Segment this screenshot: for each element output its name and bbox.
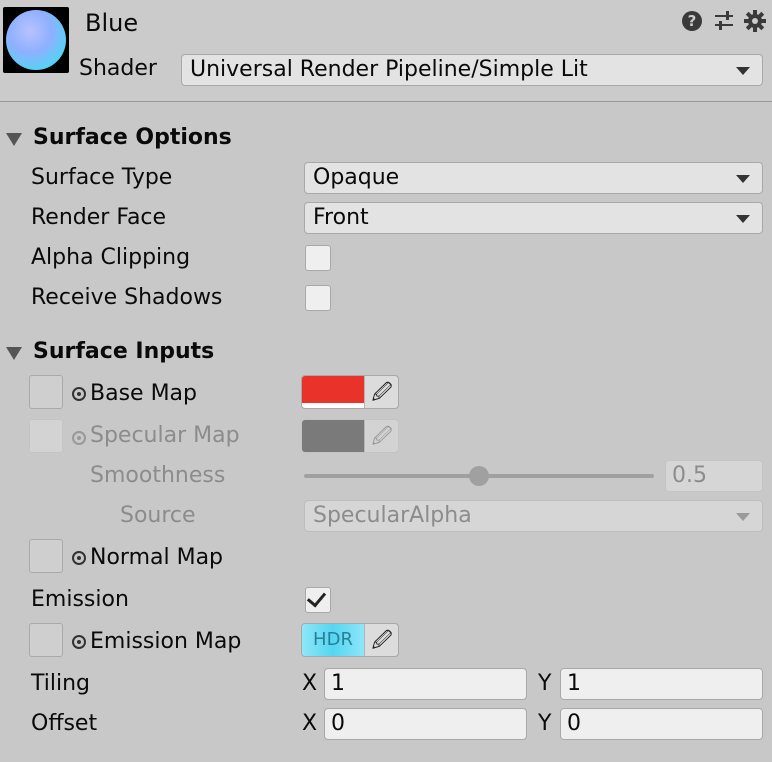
tiling-x-label: X [302,671,318,696]
material-preview [3,7,69,73]
chevron-down-icon [736,175,750,183]
offset-x-field[interactable]: 0 [324,708,527,740]
offset-x-label: X [302,711,318,736]
render-face-dropdown[interactable]: Front [304,202,763,234]
specular-map-texture-slot[interactable] [29,419,63,453]
offset-label: Offset [31,711,98,736]
emission-color-field[interactable]: HDR 🖉 [301,623,399,657]
material-header: Blue Shader Universal Render Pipeline/Si… [0,0,772,102]
settings-gear-icon[interactable] [742,10,768,36]
eyedropper-icon[interactable]: 🖉 [364,420,398,452]
checkmark-icon [306,587,327,608]
surface-options-foldout-icon[interactable] [6,133,22,146]
render-face-value: Front [313,205,369,230]
emission-label: Emission [31,587,129,612]
shader-value: Universal Render Pipeline/Simple Lit [190,57,588,82]
object-picker-icon[interactable] [72,431,86,445]
base-map-texture-slot[interactable] [29,375,63,409]
receive-shadows-checkbox[interactable] [305,285,331,311]
tiling-y-label: Y [538,671,552,696]
svg-text:?: ? [688,12,697,30]
chevron-down-icon [736,513,750,521]
help-icon[interactable]: ? [679,10,705,36]
smoothness-value-field[interactable]: 0.5 [665,460,763,492]
shader-dropdown[interactable]: Universal Render Pipeline/Simple Lit [181,54,763,86]
offset-y-field[interactable]: 0 [560,708,763,740]
hdr-badge: HDR [313,629,353,650]
tiling-label: Tiling [31,671,91,696]
object-picker-icon[interactable] [72,551,86,565]
render-face-label: Render Face [31,205,167,230]
normal-map-texture-slot[interactable] [29,539,63,573]
preview-sphere [6,10,66,70]
tiling-y-field[interactable]: 1 [560,668,763,700]
surface-type-value: Opaque [313,165,400,190]
offset-y-label: Y [538,711,552,736]
specular-map-color-field[interactable]: 🖉 [301,419,399,453]
emission-map-label: Emission Map [90,629,242,654]
emission-checkbox[interactable] [305,587,331,613]
chevron-down-icon [736,67,750,75]
object-picker-icon[interactable] [72,635,86,649]
receive-shadows-label: Receive Shadows [31,285,223,310]
surface-inputs-title[interactable]: Surface Inputs [33,339,214,364]
emission-color-swatch[interactable]: HDR [302,624,364,656]
surface-options-title[interactable]: Surface Options [33,125,232,150]
surface-type-dropdown[interactable]: Opaque [304,162,763,194]
source-label: Source [120,503,196,528]
source-dropdown[interactable]: SpecularAlpha [304,500,763,532]
surface-type-label: Surface Type [31,165,173,190]
object-picker-icon[interactable] [72,387,86,401]
alpha-clipping-checkbox[interactable] [305,245,331,271]
specular-map-label: Specular Map [90,423,240,448]
base-map-label: Base Map [90,381,197,406]
normal-map-label: Normal Map [90,545,224,570]
source-value: SpecularAlpha [313,503,472,528]
eyedropper-icon[interactable]: 🖉 [364,376,398,408]
base-map-color-field[interactable]: 🖉 [301,375,399,409]
smoothness-slider-thumb[interactable] [469,466,489,486]
tiling-x-field[interactable]: 1 [324,668,527,700]
chevron-down-icon [736,215,750,223]
emission-map-texture-slot[interactable] [29,623,63,657]
smoothness-label: Smoothness [90,463,226,488]
base-map-color-swatch[interactable] [302,376,364,408]
material-name: Blue [85,9,139,37]
specular-map-color-swatch[interactable] [302,420,364,452]
eyedropper-icon[interactable]: 🖉 [364,624,398,656]
presets-icon[interactable] [711,10,737,36]
shader-label: Shader [79,56,157,81]
surface-inputs-foldout-icon[interactable] [6,347,22,360]
alpha-clipping-label: Alpha Clipping [31,245,191,270]
